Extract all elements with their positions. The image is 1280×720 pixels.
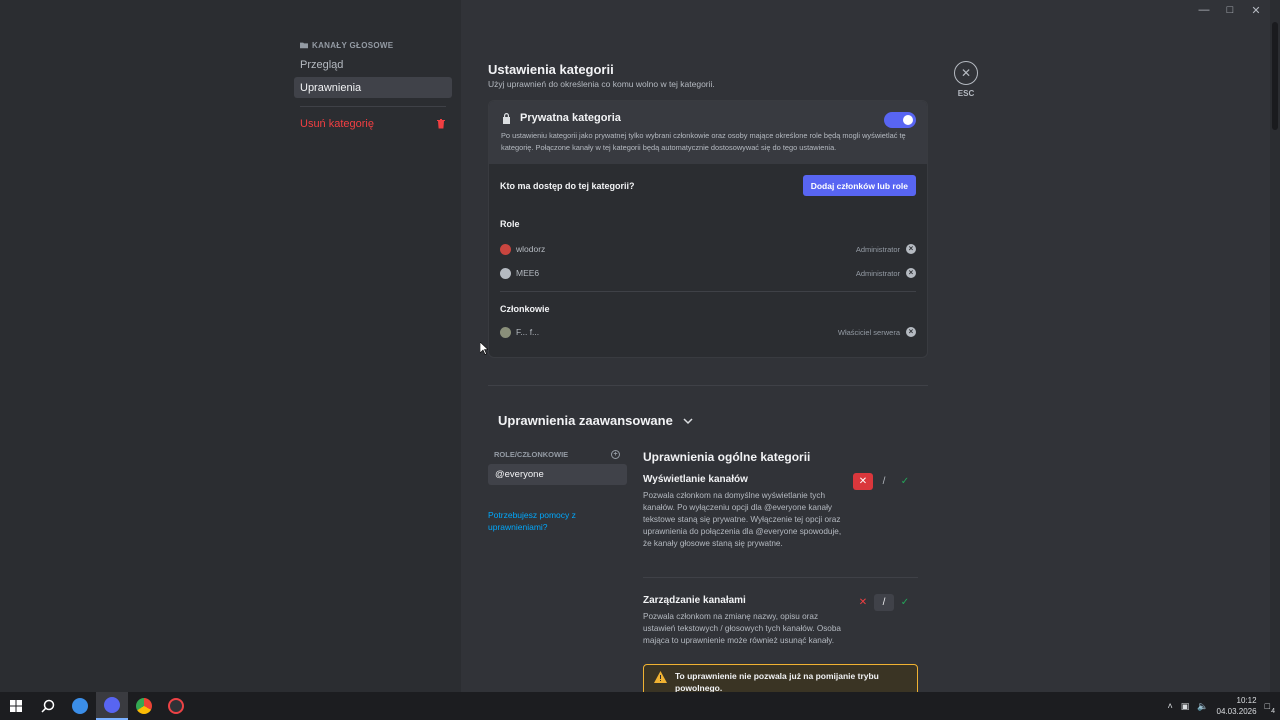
private-category-title: Prywatna kategoria [520, 112, 621, 124]
esc-label: ESC [957, 89, 975, 98]
notification-count: 4 [1271, 708, 1275, 715]
settings-nav: KANAŁY GŁOSOWE Przegląd Uprawnienia Usuń… [294, 38, 452, 134]
taskbar-discord[interactable] [96, 692, 128, 720]
private-category-header: Prywatna kategoria Po ustawieniu kategor… [489, 101, 927, 164]
roles-label: Role [500, 219, 520, 229]
warning-icon [654, 671, 667, 683]
list-item: F... f... Właściciel serwera × [489, 320, 927, 344]
nav-divider [300, 106, 446, 107]
advanced-permissions-toggle[interactable]: Uprawnienia zaawansowane [498, 413, 693, 428]
chevron-up-icon[interactable]: ˄ [1168, 701, 1173, 711]
esc-close-button[interactable]: ✕ ESC [954, 61, 978, 98]
scrollbar[interactable] [1270, 0, 1280, 692]
toggle-knob [903, 115, 913, 125]
allow-icon[interactable]: ✓ [895, 594, 915, 611]
members-label: Członkowie [500, 304, 550, 314]
role-icon [500, 267, 511, 279]
private-category-toggle[interactable] [884, 112, 916, 128]
deny-icon[interactable]: ✕ [853, 473, 873, 490]
chrome-icon [136, 698, 152, 714]
taskbar-chrome[interactable] [128, 692, 160, 720]
neutral-icon[interactable]: / [874, 594, 894, 611]
discord-icon [104, 697, 120, 713]
access-question: Kto ma dostęp do tej kategorii? [500, 180, 635, 191]
role-tag: Administrator [855, 268, 900, 278]
clock[interactable]: 10:12 04.03.2026 [1217, 695, 1257, 717]
clock-date: 04.03.2026 [1216, 707, 1257, 716]
trash-icon [437, 118, 445, 128]
permission-tristate: ✕ / ✓ [853, 594, 915, 611]
lock-icon [503, 113, 510, 124]
private-category-description: Po ustawieniu kategorii jako prywatnej t… [501, 131, 906, 152]
permission-description: Pozwala członkom na domyślne wyświetlani… [643, 491, 842, 548]
windows-icon [10, 700, 22, 712]
taskbar: ˄ ▣ 🔈 10:12 04.03.2026 □ 4 [0, 692, 1280, 720]
delete-category-label: Usuń kategorię [300, 117, 374, 130]
role-name: wlodorz [516, 244, 546, 254]
add-role-icon[interactable]: + [611, 450, 620, 459]
list-item: MEE6 Administrator × [489, 261, 927, 285]
permission-tristate: ✕ / ✓ [853, 473, 915, 490]
warning-text: To uprawnienie nie pozwala już na pomija… [675, 671, 879, 693]
taskbar-app-1[interactable] [64, 692, 96, 720]
general-permissions-title: Uprawnienia ogólne kategorii [643, 450, 811, 464]
app-icon [72, 698, 88, 714]
mouse-cursor-icon [480, 342, 488, 355]
remove-icon[interactable]: × [906, 268, 916, 278]
role-icon [500, 243, 511, 255]
maximize-icon[interactable]: □ [1224, 4, 1236, 17]
roles-members-header: ROLE/CZŁONKOWIE + [494, 450, 620, 459]
avatar [500, 326, 511, 338]
help-link[interactable]: Potrzebujesz pomocy z uprawnieniami? [488, 509, 618, 533]
scrollbar-thumb[interactable] [1272, 22, 1278, 130]
deny-icon[interactable]: ✕ [853, 594, 873, 611]
network-icon[interactable]: ▣ [1181, 701, 1190, 712]
page-title: Ustawienia kategorii [488, 62, 614, 77]
role-tag: Administrator [855, 244, 900, 254]
close-icon[interactable]: ✕ [954, 61, 978, 85]
window-controls: — □ ✕ [1198, 4, 1262, 17]
folder-icon [300, 42, 308, 49]
nav-item-overview[interactable]: Przegląd [294, 54, 452, 75]
chevron-down-icon [683, 417, 693, 424]
remove-icon[interactable]: × [906, 327, 916, 337]
taskbar-app-4[interactable] [160, 692, 192, 720]
roles-members-label: ROLE/CZŁONKOWIE [494, 450, 569, 459]
app-icon [168, 698, 184, 714]
card-divider [500, 291, 916, 292]
member-name: F... f... [516, 327, 540, 337]
nav-item-permissions[interactable]: Uprawnienia [294, 77, 452, 98]
permission-view-channels: Wyświetlanie kanałów Pozwala członkom na… [643, 473, 918, 550]
permission-description: Pozwala członkom na zmianę nazwy, opisu … [643, 612, 841, 645]
delete-category-button[interactable]: Usuń kategorię [294, 113, 452, 134]
access-row: Kto ma dostęp do tej kategorii? Dodaj cz… [489, 164, 927, 207]
close-window-icon[interactable]: ✕ [1250, 4, 1262, 17]
list-item: wlodorz Administrator × [489, 237, 927, 261]
private-category-card: Prywatna kategoria Po ustawieniu kategor… [488, 100, 928, 358]
remove-icon[interactable]: × [906, 244, 916, 254]
role-name: MEE6 [516, 268, 540, 278]
add-members-button[interactable]: Dodaj członków lub role [802, 175, 916, 196]
start-button[interactable] [0, 692, 32, 720]
permission-manage-channels: Zarządzanie kanałami Pozwala członkom na… [643, 594, 918, 647]
clock-time: 10:12 [1236, 696, 1257, 705]
member-tag: Właściciel serwera [837, 327, 900, 337]
search-button[interactable] [32, 692, 64, 720]
section-divider [488, 385, 928, 386]
system-tray: ˄ ▣ 🔈 10:12 04.03.2026 □ 4 [1168, 692, 1280, 720]
volume-icon[interactable]: 🔈 [1197, 701, 1208, 712]
nav-category-header: KANAŁY GŁOSOWE [294, 38, 452, 52]
page-subtitle: Użyj uprawnień do określenia co komu wol… [488, 79, 715, 89]
allow-icon[interactable]: ✓ [895, 473, 915, 490]
notifications-icon[interactable]: □ 4 [1265, 701, 1275, 715]
role-everyone[interactable]: @everyone [488, 464, 627, 485]
advanced-permissions-title: Uprawnienia zaawansowane [498, 413, 673, 428]
neutral-icon[interactable]: / [874, 473, 894, 490]
search-icon [41, 699, 55, 713]
minimize-icon[interactable]: — [1198, 4, 1210, 17]
permission-divider [643, 577, 918, 578]
nav-header-label: KANAŁY GŁOSOWE [312, 40, 394, 50]
